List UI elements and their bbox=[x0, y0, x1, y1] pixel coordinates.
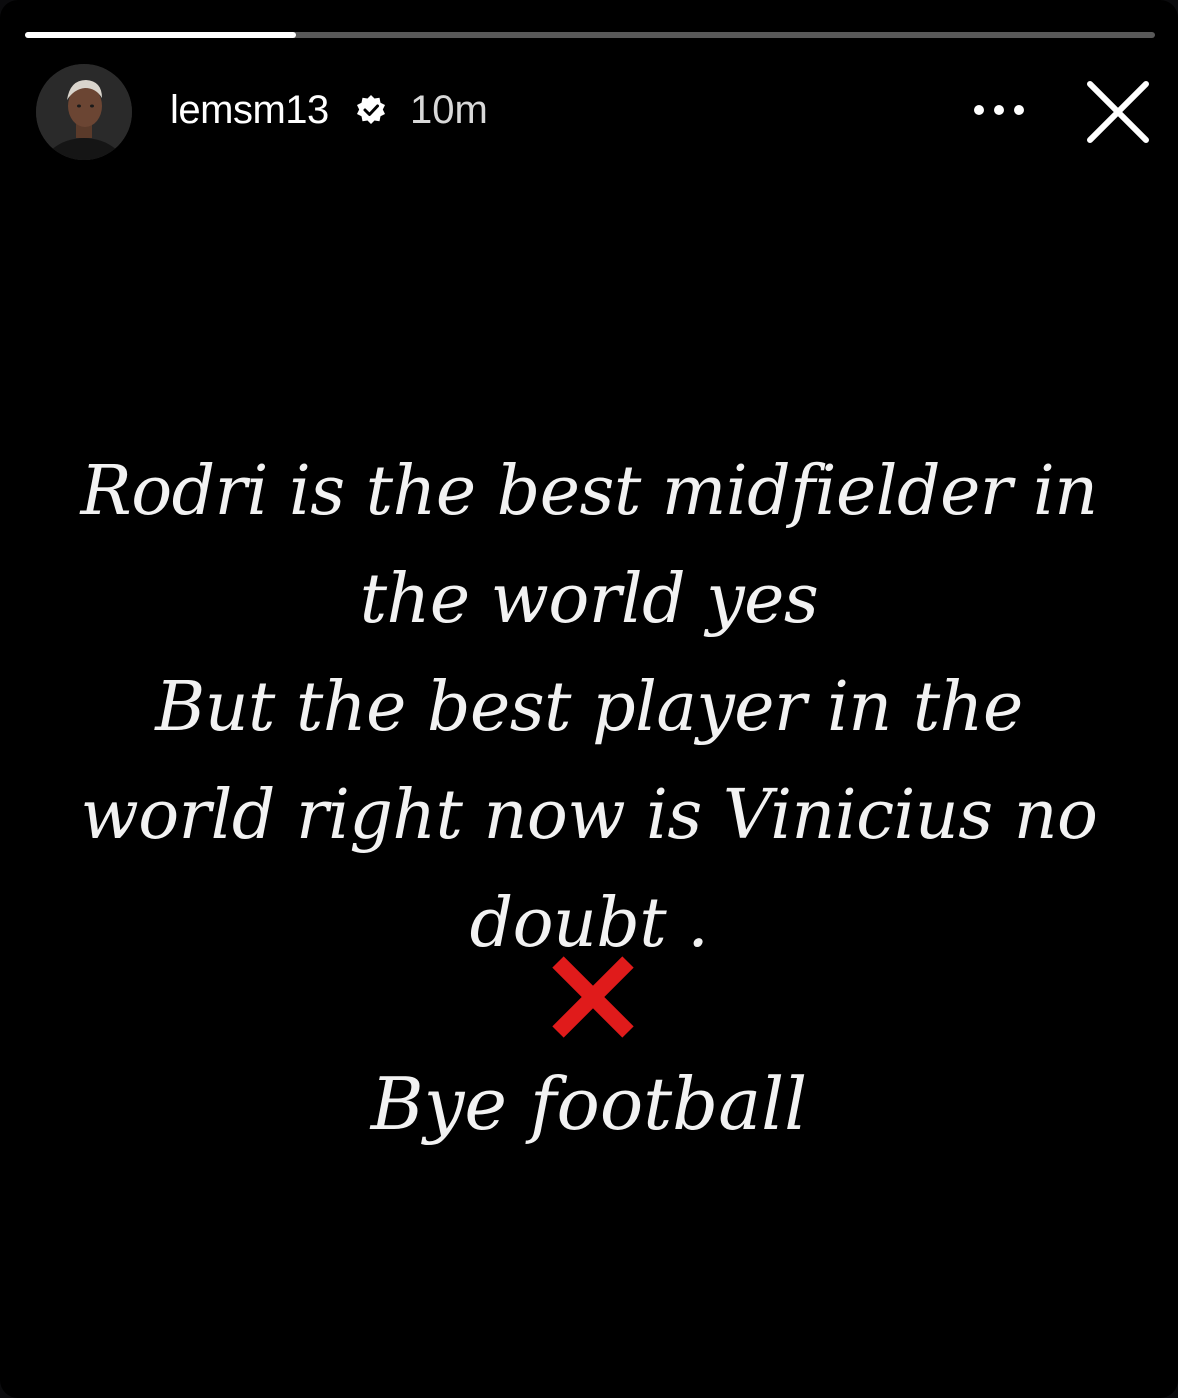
more-options-button[interactable] bbox=[966, 92, 1032, 128]
story-text-block: Rodri is the best midfielder in the worl… bbox=[60, 438, 1118, 978]
story-viewer: lemsm13 10m Rodri is the best midfielder… bbox=[0, 0, 1178, 1398]
story-closing-text: Bye football bbox=[370, 1062, 808, 1146]
story-timestamp: 10m bbox=[410, 88, 488, 132]
more-horizontal-icon bbox=[974, 105, 1024, 115]
verified-badge-icon bbox=[357, 95, 385, 124]
profile-photo-icon bbox=[36, 64, 132, 160]
cross-mark-icon bbox=[552, 956, 634, 1038]
story-progress-bar bbox=[25, 32, 1155, 38]
story-progress-fill bbox=[25, 32, 297, 38]
close-button[interactable] bbox=[1082, 76, 1154, 148]
story-text-line: world right now is Vinicius no bbox=[80, 776, 1098, 855]
story-text-line: But the best player in the bbox=[155, 668, 1023, 747]
close-icon bbox=[1087, 81, 1149, 143]
story-text-line: Rodri is the best midfielder in bbox=[80, 452, 1098, 531]
avatar[interactable] bbox=[36, 64, 132, 160]
story-username[interactable]: lemsm13 bbox=[170, 86, 329, 134]
story-text-line: the world yes bbox=[359, 560, 819, 639]
